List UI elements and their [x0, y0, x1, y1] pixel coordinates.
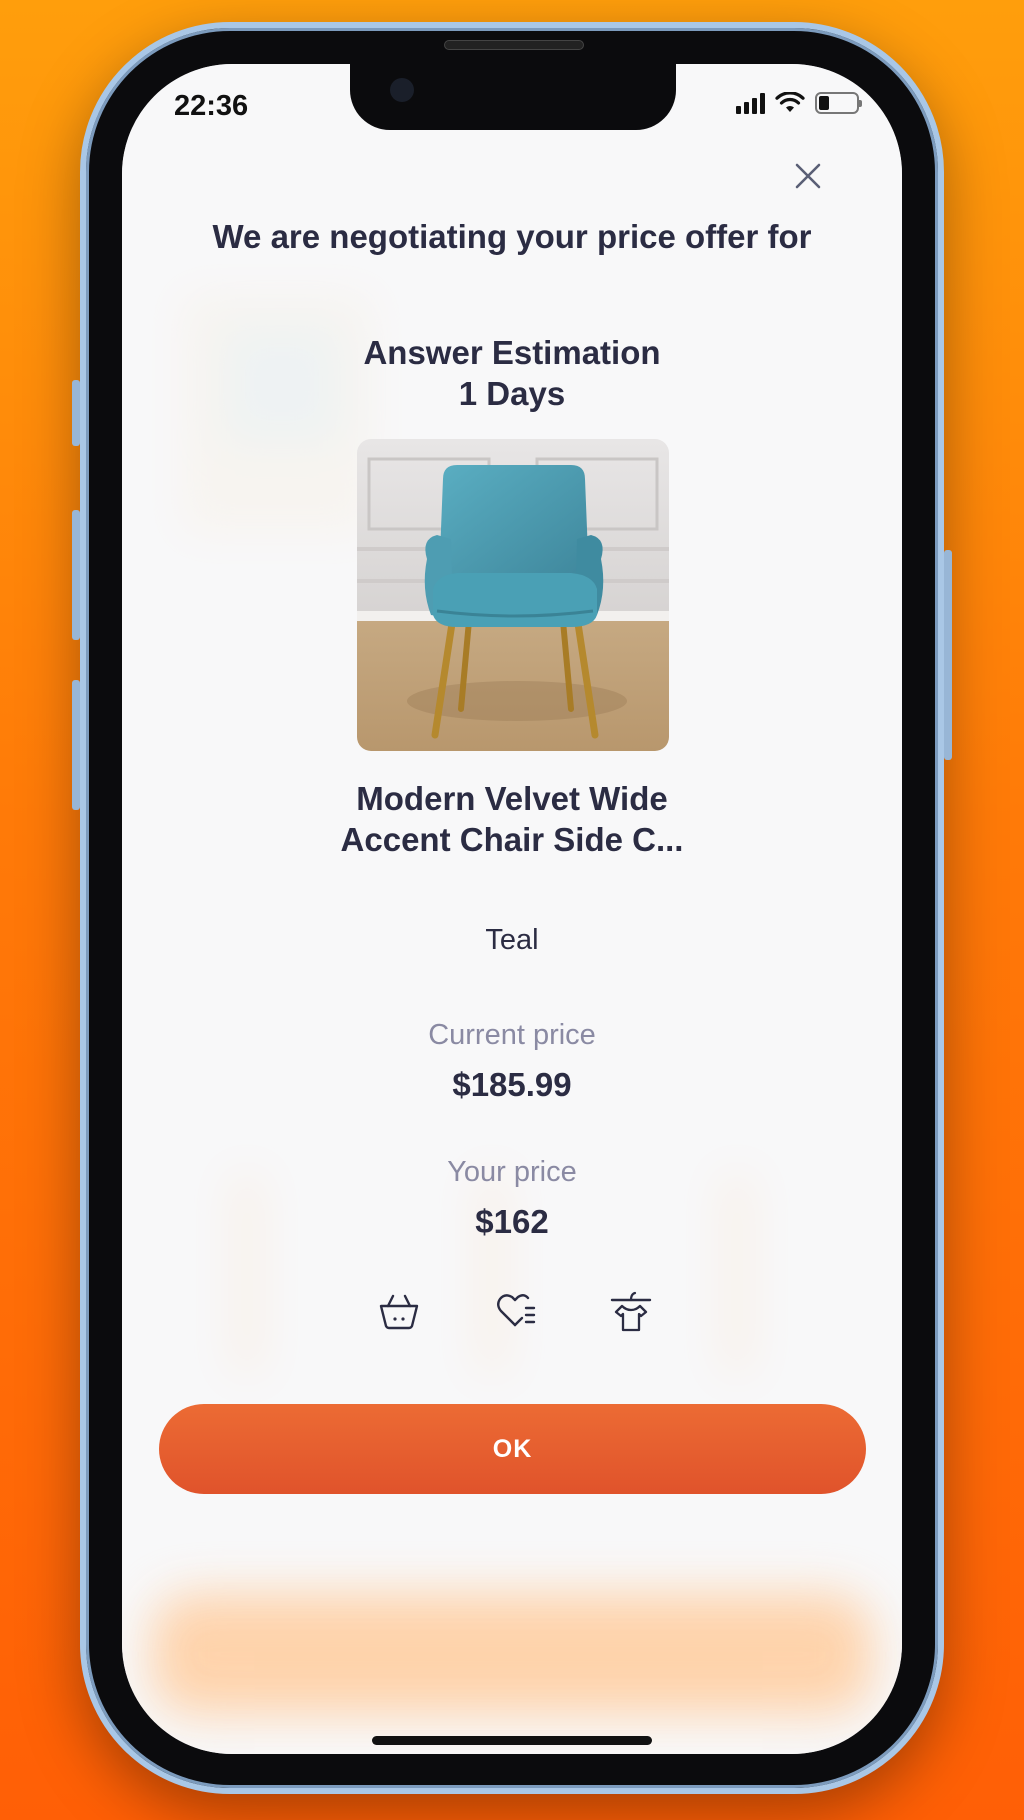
modal-overlay	[122, 64, 902, 1754]
signal-icon	[736, 92, 765, 114]
product-color: Teal	[485, 924, 539, 956]
basket-icon[interactable]	[376, 1288, 422, 1334]
phone-screen	[122, 64, 902, 1754]
clothes-hanger-icon[interactable]	[608, 1288, 654, 1334]
heart-list-icon[interactable]	[492, 1288, 538, 1334]
battery-icon	[815, 92, 862, 114]
front-camera	[390, 78, 414, 102]
your-price-value: $162	[475, 1203, 549, 1240]
answer-estimation: Answer Estimation 1 Days	[363, 334, 661, 412]
side-button	[72, 680, 80, 810]
side-button	[72, 510, 80, 640]
blurred-bottom-bar	[152, 1594, 872, 1714]
speaker	[444, 40, 584, 50]
close-icon[interactable]	[792, 160, 824, 192]
chair-image	[357, 439, 669, 751]
home-indicator[interactable]	[372, 1736, 652, 1745]
status-icons	[736, 92, 862, 114]
current-price-value: $185.99	[452, 1066, 572, 1103]
side-button	[944, 550, 952, 760]
side-button	[72, 380, 80, 446]
wifi-icon	[775, 92, 805, 112]
ok-button[interactable]: OK	[159, 1404, 866, 1494]
product-image	[357, 439, 669, 751]
current-price-label: Current price	[428, 1019, 596, 1051]
product-name: Modern Velvet Wide Accent Chair Side C..…	[340, 780, 684, 858]
your-price-label: Your price	[447, 1156, 577, 1188]
status-time: 22:36	[174, 90, 249, 122]
action-icons	[376, 1288, 654, 1334]
modal-title: We are negotiating your price offer for	[212, 218, 812, 255]
